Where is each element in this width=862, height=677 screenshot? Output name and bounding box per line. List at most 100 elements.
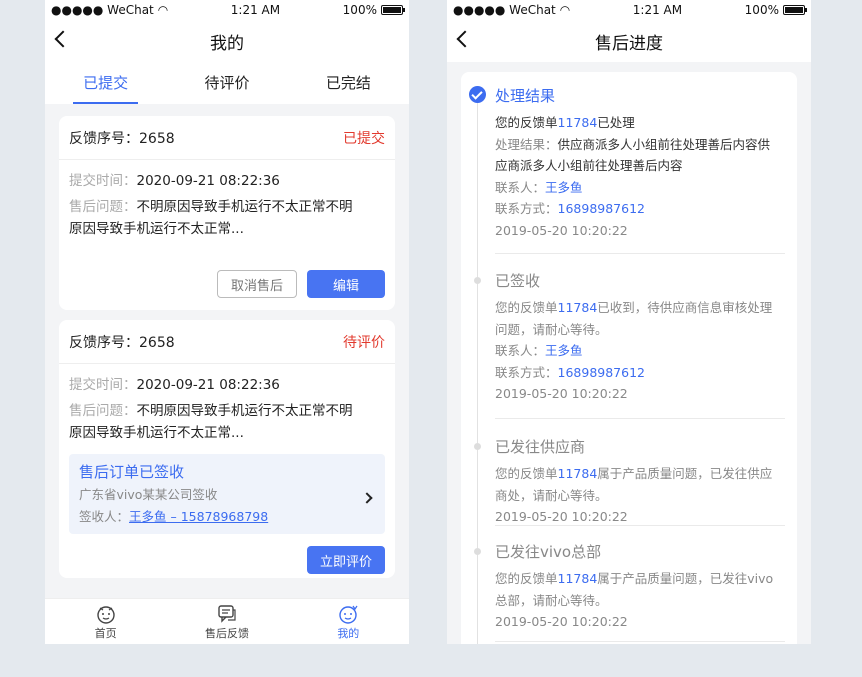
issue-text-2: 原因导致手机运行不太正常...: [69, 221, 244, 237]
timeline-dot: [474, 277, 481, 284]
order-number[interactable]: 11784: [558, 571, 598, 586]
order-number[interactable]: 11784: [558, 115, 598, 130]
signed-notice[interactable]: 售后订单已签收 广东省vivo某某公司签收 签收人：王多鱼 – 15878968…: [69, 454, 385, 534]
edit-button[interactable]: 编辑: [307, 270, 385, 298]
step-title: 处理结果: [495, 87, 556, 105]
check-circle-icon: [469, 86, 486, 103]
card-actions: 取消售后 编辑: [59, 270, 395, 298]
timeline-line: [477, 96, 478, 644]
contact-name: 王多鱼: [545, 179, 583, 195]
step-time: 2019-05-20 10:20:22: [495, 614, 628, 629]
signed-company: 广东省vivo某某公司签收: [79, 487, 218, 502]
status-tabs: 已提交 待评价 已完结: [45, 62, 409, 104]
submit-time: 2020-09-21 08:22:36: [136, 173, 280, 189]
divider: [495, 253, 785, 254]
progress-panel: 处理结果 您的反馈单11784已处理 处理结果：供应商派多人小组前往处理善后内容…: [461, 72, 797, 644]
step-time: 2019-05-20 10:20:22: [495, 222, 628, 238]
step-body: 您的反馈单11784已处理 处理结果：供应商派多人小组前往处理善后内容供 应商派…: [495, 112, 785, 241]
tabbar-home[interactable]: 首页: [66, 603, 146, 641]
phone-link[interactable]: 16898987612: [558, 365, 645, 380]
status-badge: 待评价: [343, 334, 385, 351]
home-face-icon: [96, 605, 115, 624]
receiver-link[interactable]: 王多鱼 – 15878968798: [129, 509, 268, 524]
issue-row: 售后问题：不明原因导致手机运行不太正常不明 原因导致手机运行不太正常...: [59, 196, 395, 240]
step-line-2: 商处，请耐心等待。: [495, 487, 608, 503]
feedback-card[interactable]: 反馈序号：2658 已提交 提交时间：2020-09-21 08:22:36 售…: [59, 116, 395, 310]
issue-row: 售后问题：不明原因导致手机运行不太正常不明 原因导致手机运行不太正常...: [59, 400, 395, 444]
submit-time-label: 提交时间：: [69, 377, 137, 393]
tabbar-home-label: 首页: [94, 626, 117, 640]
feedback-card[interactable]: 反馈序号：2658 待评价 提交时间：2020-09-21 08:22:36 售…: [59, 320, 395, 578]
right-screen: ●●●●● WeChat ◠ 1:21 AM 100% 售后进度 处理结果 您的反…: [447, 0, 811, 644]
battery: 100%: [745, 3, 807, 17]
page-title: 我的: [210, 33, 244, 54]
status-badge: 已提交: [343, 130, 385, 147]
divider: [495, 641, 785, 642]
step-body: 您的反馈单11784属于产品质量问题，已发往供应 商处，请耐心等待。 2019-…: [495, 463, 785, 528]
feedback-number: 反馈序号：2658: [69, 334, 175, 351]
order-number[interactable]: 11784: [558, 300, 598, 315]
clock: 1:21 AM: [230, 3, 281, 17]
step-line-2: 总部，请耐心等待。: [495, 592, 608, 608]
rate-now-button[interactable]: 立即评价: [307, 546, 385, 574]
nav-bar: 我的: [45, 20, 409, 62]
back-icon[interactable]: [54, 30, 72, 48]
step-title: 已发往供应商: [495, 438, 586, 456]
back-icon[interactable]: [456, 30, 474, 48]
tab-completed[interactable]: 已完结: [316, 62, 381, 104]
carrier: ●●●●● WeChat ◠: [51, 3, 169, 17]
step-line: 您的反馈单11784已收到，待供应商信息审核处理: [495, 300, 773, 315]
tab-submitted[interactable]: 已提交: [73, 62, 139, 104]
feedback-chat-icon: [218, 604, 236, 623]
submit-time-label: 提交时间：: [69, 173, 137, 189]
card-header: 反馈序号：2658 已提交: [59, 116, 395, 160]
submit-time: 2020-09-21 08:22:36: [136, 377, 280, 393]
step-line: 您的反馈单11784属于产品质量问题，已发往vivo: [495, 571, 774, 586]
phone-line: 联系方式：16898987612: [495, 364, 645, 380]
submit-time-row: 提交时间：2020-09-21 08:22:36: [59, 374, 395, 396]
tab-pending-review[interactable]: 待评价: [194, 62, 259, 104]
tabbar-mine[interactable]: 我的: [308, 603, 388, 641]
result-line: 处理结果：供应商派多人小组前往处理善后内容供: [495, 136, 771, 152]
battery-icon: [782, 5, 807, 15]
step-line-2: 问题，请耐心等待。: [495, 321, 608, 337]
nav-bar: 售后进度: [447, 20, 811, 62]
divider: [495, 525, 785, 526]
tabbar-feedback-label: 售后反馈: [204, 626, 249, 640]
issue-text-2: 原因导致手机运行不太正常...: [69, 425, 244, 441]
step-line: 您的反馈单11784属于产品质量问题，已发往供应: [495, 466, 773, 481]
profile-face-icon: [339, 605, 358, 624]
signed-title: 售后订单已签收: [79, 463, 185, 481]
phone-link[interactable]: 16898987612: [558, 201, 645, 216]
carrier: ●●●●● WeChat ◠: [453, 3, 571, 17]
contact-line: 联系人：王多鱼: [495, 343, 583, 358]
step-body: 您的反馈单11784已收到，待供应商信息审核处理 问题，请耐心等待。 联系人：王…: [495, 297, 785, 405]
status-bar: ●●●●● WeChat ◠ 1:21 AM 100%: [45, 0, 409, 20]
step-body: 您的反馈单11784属于产品质量问题，已发往vivo 总部，请耐心等待。 201…: [495, 568, 785, 633]
result-line-2: 应商派多人小组前往处理善后内容: [495, 158, 683, 173]
receiver-row: 签收人：王多鱼 – 15878968798: [79, 506, 375, 528]
battery-icon: [380, 5, 405, 15]
submit-time-row: 提交时间：2020-09-21 08:22:36: [59, 170, 395, 192]
feedback-number: 反馈序号：2658: [69, 130, 175, 147]
tabbar-feedback[interactable]: 售后反馈: [187, 603, 267, 641]
cancel-aftersale-button[interactable]: 取消售后: [217, 270, 297, 298]
receiver-label: 签收人：: [79, 509, 130, 524]
status-bar: ●●●●● WeChat ◠ 1:21 AM 100%: [447, 0, 811, 20]
tabbar-mine-label: 我的: [337, 626, 360, 640]
contact-name: 王多鱼: [545, 343, 583, 358]
divider: [495, 418, 785, 419]
step-title: 已签收: [495, 272, 541, 290]
step-time: 2019-05-20 10:20:22: [495, 386, 628, 401]
step-line: 您的反馈单11784已处理: [495, 115, 635, 130]
left-screen: ●●●●● WeChat ◠ 1:21 AM 100% 我的 已提交 待评价 已完…: [45, 0, 409, 644]
card-header: 反馈序号：2658 待评价: [59, 320, 395, 364]
card-actions: 立即评价: [59, 546, 395, 574]
wifi-icon: ◠: [559, 3, 571, 17]
order-number[interactable]: 11784: [558, 466, 598, 481]
issue-label: 售后问题：: [69, 199, 137, 215]
page-title: 售后进度: [595, 33, 663, 54]
issue-text-1: 不明原因导致手机运行不太正常不明: [136, 199, 353, 215]
bottom-tab-bar: 首页 售后反馈 我的: [45, 598, 409, 644]
timeline-dot: [474, 443, 481, 450]
